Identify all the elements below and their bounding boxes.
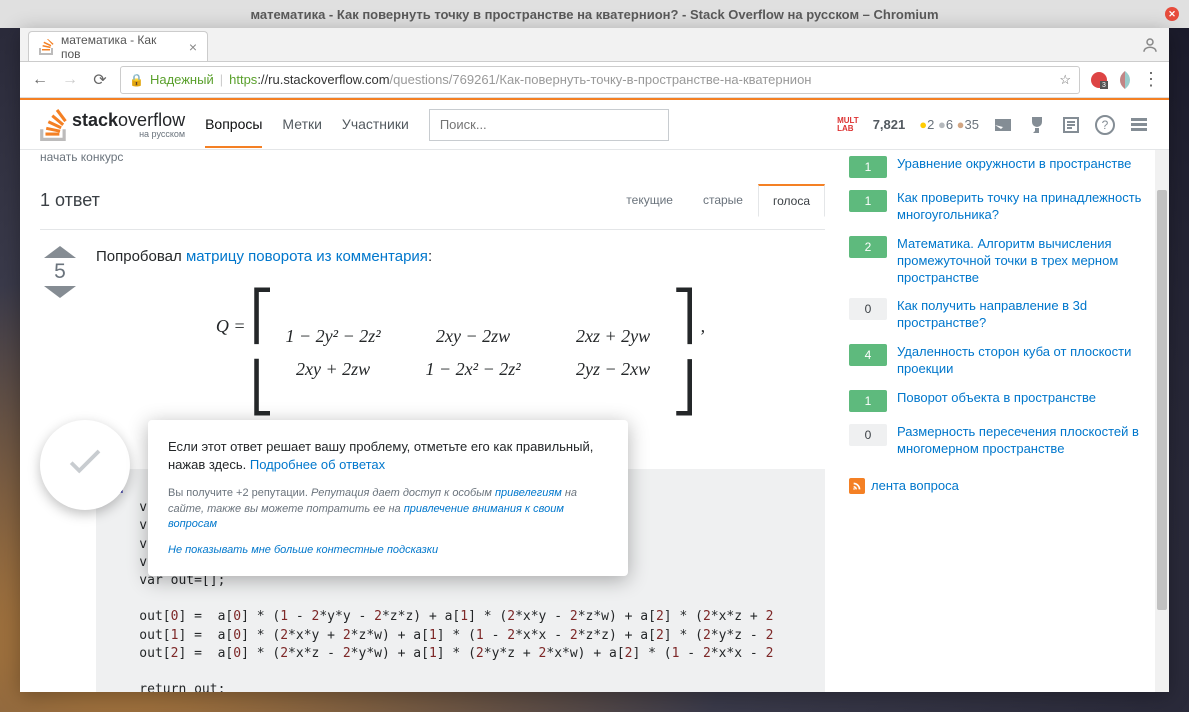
- related-question[interactable]: 0 Размерность пересечения плоскостей в мн…: [849, 418, 1149, 464]
- back-button[interactable]: ←: [30, 70, 50, 90]
- reload-button[interactable]: ⟳: [90, 70, 110, 90]
- related-link[interactable]: Размерность пересечения плоскостей в мно…: [897, 424, 1149, 458]
- achievements-icon[interactable]: [1027, 115, 1047, 135]
- badges: ●2 ●6 ●35: [919, 117, 979, 132]
- answer-count-badge: 4: [849, 344, 887, 366]
- related-question[interactable]: 1 Как проверить точку на принадлежность м…: [849, 184, 1149, 230]
- related-link[interactable]: Математика. Алгоритм вычисления промежут…: [897, 236, 1149, 287]
- related-link[interactable]: Удаленность сторон куба от плоскости про…: [897, 344, 1149, 378]
- site-header: stackoverflow на русском Вопросы Метки У…: [20, 100, 1169, 150]
- answer-count-badge: 0: [849, 424, 887, 446]
- answer-count-badge: 1: [849, 190, 887, 212]
- privileges-link[interactable]: привелегиям: [495, 487, 562, 499]
- accept-hint-popup: Если этот ответ решает вашу проблему, от…: [148, 420, 628, 576]
- sidebar: 1 Уравнение окружности в пространстве 1 Как…: [849, 150, 1149, 692]
- multlab-icon[interactable]: MULTLAB: [837, 117, 859, 133]
- reputation[interactable]: 7,821: [873, 117, 906, 132]
- address-bar[interactable]: 🔒 Надежный | https://ru.stackoverflow.co…: [120, 66, 1080, 94]
- tab-title: математика - Как пов: [61, 33, 177, 61]
- extension-icon-1[interactable]: 3: [1090, 71, 1108, 89]
- upvote-button[interactable]: [44, 246, 76, 258]
- browser-menu-button[interactable]: ⋮: [1142, 69, 1159, 90]
- extensions: 3 ⋮: [1090, 69, 1159, 90]
- nav-tags[interactable]: Метки: [282, 116, 322, 148]
- answer-count: 1 ответ: [40, 190, 100, 211]
- stackoverflow-favicon: [39, 39, 55, 55]
- window-close-button[interactable]: ✕: [1165, 7, 1179, 21]
- bounty-link[interactable]: начать конкурс: [40, 150, 825, 164]
- rss-icon: [849, 478, 865, 494]
- math-formula: Q = ⎡⎣ 1 − 2y² − 2z²2xy − 2zw2xz + 2yw 2…: [96, 269, 825, 437]
- related-question[interactable]: 1 Уравнение окружности в пространстве: [849, 150, 1149, 184]
- about-answers-link[interactable]: Подробнее об ответах: [250, 457, 385, 472]
- profile-icon[interactable]: [1141, 36, 1159, 54]
- related-link[interactable]: Как проверить точку на принадлежность мн…: [897, 190, 1149, 224]
- bookmark-star-icon[interactable]: ☆: [1059, 72, 1071, 88]
- question-feed-link[interactable]: лента вопроса: [849, 478, 1149, 494]
- scrollbar-thumb[interactable]: [1157, 190, 1167, 610]
- rotation-matrix-link[interactable]: матрицу поворота из комментария: [186, 248, 428, 265]
- accept-answer-button[interactable]: [40, 420, 130, 510]
- scrollbar[interactable]: [1155, 100, 1169, 692]
- answer-count-badge: 1: [849, 390, 887, 412]
- related-link[interactable]: Поворот объекта в пространстве: [897, 390, 1096, 412]
- related-question[interactable]: 1 Поворот объекта в пространстве: [849, 384, 1149, 418]
- answers-header: 1 ответ текущие старые голоса: [40, 172, 825, 230]
- nav-questions[interactable]: Вопросы: [205, 116, 262, 148]
- window-title-bar: математика - Как повернуть точку в прост…: [0, 0, 1189, 28]
- page-content: stackoverflow на русском Вопросы Метки У…: [20, 100, 1169, 692]
- browser-tab[interactable]: математика - Как пов ×: [28, 31, 208, 61]
- forward-button[interactable]: →: [60, 70, 80, 90]
- site-switcher-icon[interactable]: [1129, 115, 1149, 135]
- related-question[interactable]: 0 Как получить направление в 3d пространс…: [849, 292, 1149, 338]
- sort-votes[interactable]: голоса: [758, 184, 825, 217]
- related-link[interactable]: Уравнение окружности в пространстве: [897, 156, 1131, 178]
- answer-count-badge: 2: [849, 236, 887, 258]
- tab-strip: математика - Как пов ×: [20, 28, 1169, 62]
- related-link[interactable]: Как получить направление в 3d пространст…: [897, 298, 1149, 332]
- check-icon: [62, 437, 108, 493]
- answer-count-badge: 1: [849, 156, 887, 178]
- svg-text:3: 3: [1102, 82, 1106, 89]
- site-logo[interactable]: stackoverflow на русском: [40, 109, 185, 141]
- window-title: математика - Как повернуть точку в прост…: [250, 7, 938, 22]
- browser-window: математика - Как пов × ← → ⟳ 🔒 Надежный …: [20, 28, 1169, 692]
- dismiss-hints-link[interactable]: Не показывать мне больше контестные подс…: [168, 544, 438, 556]
- search-input[interactable]: [429, 109, 669, 141]
- extension-icon-2[interactable]: [1116, 71, 1134, 89]
- related-question[interactable]: 4 Удаленность сторон куба от плоскости пр…: [849, 338, 1149, 384]
- tab-close-button[interactable]: ×: [189, 39, 197, 55]
- inbox-icon[interactable]: [993, 115, 1013, 135]
- svg-text:?: ?: [1102, 118, 1109, 132]
- sort-oldest[interactable]: старые: [688, 184, 758, 217]
- site-nav: Вопросы Метки Участники: [205, 116, 409, 134]
- review-icon[interactable]: [1061, 115, 1081, 135]
- related-question[interactable]: 2 Математика. Алгоритм вычисления промежу…: [849, 230, 1149, 293]
- lock-icon: 🔒: [129, 73, 144, 87]
- sort-active[interactable]: текущие: [611, 184, 688, 217]
- answer-count-badge: 0: [849, 298, 887, 320]
- vote-count: 5: [54, 260, 66, 284]
- url-bar: ← → ⟳ 🔒 Надежный | https://ru.stackoverf…: [20, 62, 1169, 98]
- nav-users[interactable]: Участники: [342, 116, 409, 148]
- downvote-button[interactable]: [44, 286, 76, 298]
- help-icon[interactable]: ?: [1095, 115, 1115, 135]
- secure-label: Надежный: [150, 72, 214, 87]
